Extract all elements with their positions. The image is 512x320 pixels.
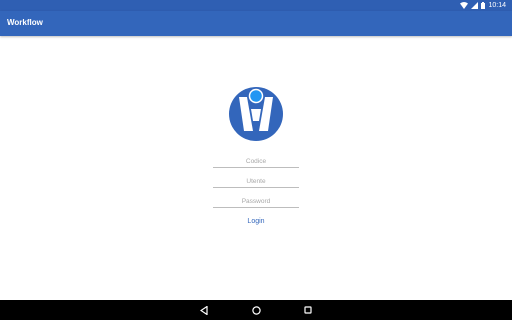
app-title: Workflow: [7, 18, 43, 27]
app-bar: Workflow: [0, 11, 512, 36]
status-bar: 10:14: [0, 0, 512, 11]
utente-input[interactable]: [213, 175, 299, 188]
workflow-logo-icon: [229, 87, 283, 141]
recents-icon[interactable]: [302, 304, 314, 316]
back-icon[interactable]: [198, 304, 210, 316]
battery-icon: [481, 2, 486, 9]
login-button[interactable]: Login: [236, 216, 276, 228]
codice-input[interactable]: [213, 155, 299, 168]
status-time: 10:14: [488, 2, 506, 9]
wifi-icon: [460, 2, 469, 9]
home-icon[interactable]: [250, 304, 262, 316]
password-input[interactable]: [213, 195, 299, 208]
signal-icon: [471, 2, 479, 9]
status-icons: 10:14: [460, 0, 506, 11]
navigation-bar: [0, 300, 512, 320]
